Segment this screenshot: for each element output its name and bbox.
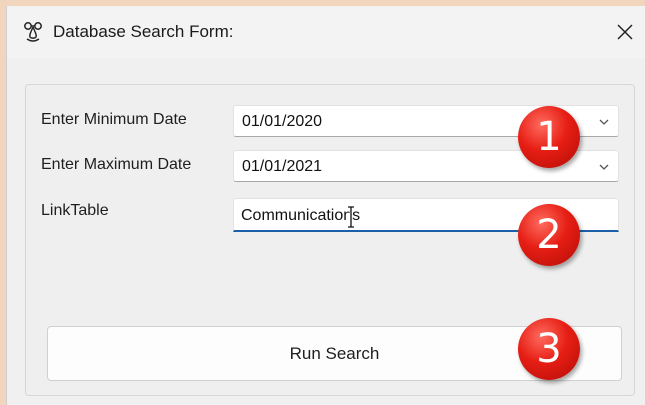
title-bar: Database Search Form: xyxy=(7,6,645,58)
link-table-label: LinkTable xyxy=(41,202,109,219)
min-date-label: Enter Minimum Date xyxy=(41,111,187,128)
step-marker-1: 1 xyxy=(518,106,580,168)
text-cursor-icon xyxy=(348,206,354,228)
window-title: Database Search Form: xyxy=(53,22,234,41)
chevron-down-icon[interactable] xyxy=(598,161,610,173)
max-date-label: Enter Maximum Date xyxy=(41,156,192,173)
chevron-down-icon[interactable] xyxy=(598,116,610,128)
close-icon xyxy=(617,24,633,40)
nose-glasses-icon xyxy=(21,20,45,44)
search-form-window: Database Search Form: Enter Minimum Date… xyxy=(6,6,645,405)
close-button[interactable] xyxy=(611,18,639,46)
step-marker-3: 3 xyxy=(518,318,580,380)
min-date-value: 01/01/2020 xyxy=(242,113,323,130)
link-table-value: Communications xyxy=(241,207,361,224)
step-marker-2: 2 xyxy=(518,204,580,266)
max-date-value: 01/01/2021 xyxy=(242,158,323,175)
